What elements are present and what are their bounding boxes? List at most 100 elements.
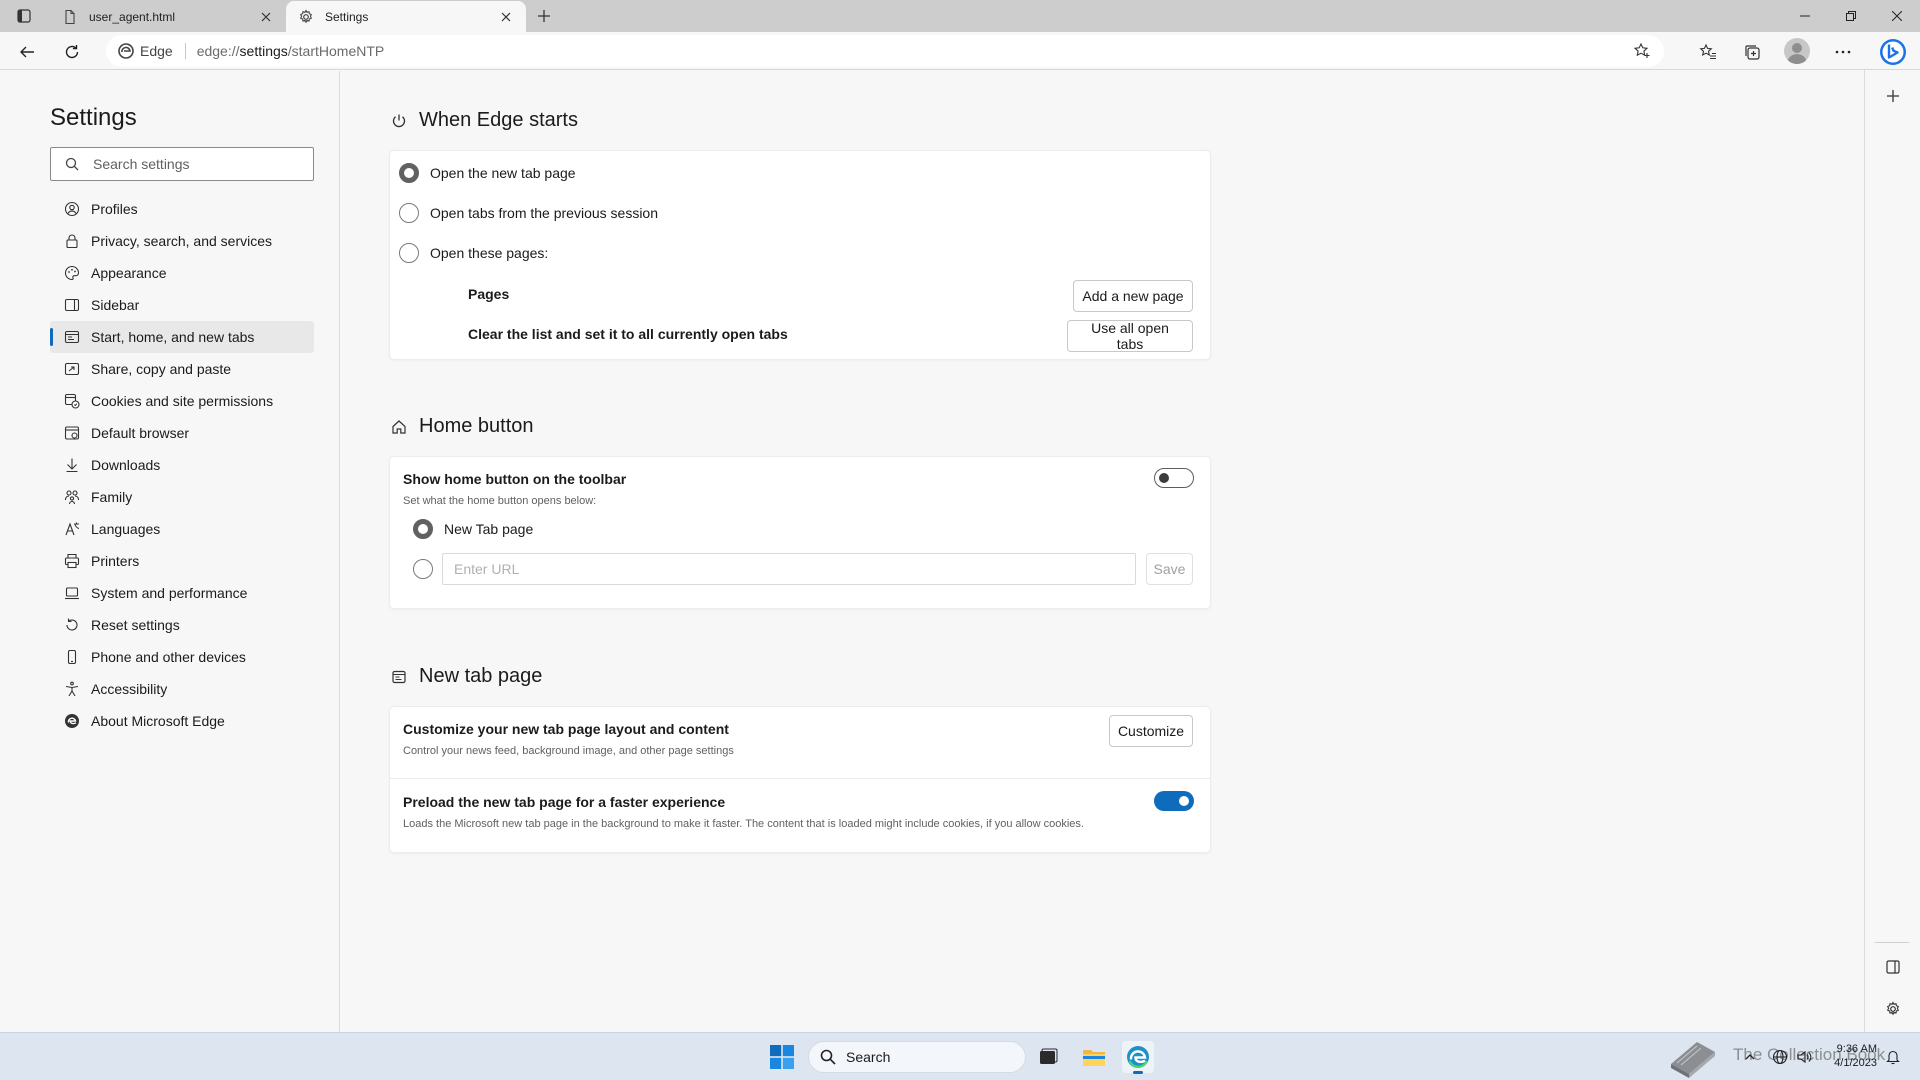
- gear-icon: [298, 8, 314, 25]
- nav-item-phone[interactable]: Phone and other devices: [50, 641, 314, 673]
- radio-open-these-pages[interactable]: Open these pages:: [399, 243, 548, 263]
- home-button-description: Set what the home button opens below:: [403, 495, 597, 507]
- settings-nav-list: Profiles Privacy, search, and services A…: [50, 193, 314, 737]
- show-home-button-label: Show home button on the toolbar: [403, 471, 627, 487]
- radio-open-new-tab[interactable]: Open the new tab page: [399, 163, 576, 183]
- when-edge-starts-card: Open the new tab page Open tabs from the…: [390, 151, 1210, 359]
- sidebar-icon: [63, 296, 81, 314]
- nav-item-profiles[interactable]: Profiles: [50, 193, 314, 225]
- radio-label: New Tab page: [444, 521, 534, 537]
- radio-button[interactable]: [399, 243, 419, 263]
- radio-button[interactable]: [399, 163, 419, 183]
- close-window-icon[interactable]: [1874, 0, 1920, 32]
- close-tab-icon[interactable]: [258, 9, 274, 25]
- more-menu-icon[interactable]: [1828, 37, 1858, 67]
- restore-icon[interactable]: [1828, 0, 1874, 32]
- home-button-card: Show home button on the toolbar Set what…: [390, 457, 1210, 608]
- profile-avatar[interactable]: [1784, 38, 1810, 64]
- nav-item-label: Downloads: [91, 457, 161, 473]
- notifications-icon[interactable]: [1884, 1048, 1902, 1066]
- preload-ntp-toggle[interactable]: [1154, 791, 1194, 811]
- search-settings-input[interactable]: [93, 156, 293, 172]
- preload-ntp-description: Loads the Microsoft new tab page in the …: [403, 818, 1084, 830]
- settings-nav: Settings Profiles Privacy, search, and s…: [0, 71, 340, 1032]
- add-sidebar-app-icon[interactable]: [1879, 82, 1907, 110]
- nav-item-default-browser[interactable]: Default browser: [50, 417, 314, 449]
- nav-item-share[interactable]: Share, copy and paste: [50, 353, 314, 385]
- nav-item-label: Reset settings: [91, 617, 180, 633]
- nav-item-about[interactable]: About Microsoft Edge: [50, 705, 314, 737]
- customize-button[interactable]: Customize: [1109, 715, 1193, 747]
- site-info-chip[interactable]: Edge: [118, 43, 173, 59]
- radio-button[interactable]: [399, 203, 419, 223]
- clock-date: 4/1/2023: [1834, 1057, 1877, 1069]
- add-favorite-icon[interactable]: [1632, 41, 1652, 61]
- window-controls: [1782, 0, 1920, 32]
- laptop-icon: [63, 584, 81, 602]
- nav-item-family[interactable]: Family: [50, 481, 314, 513]
- nav-item-system[interactable]: System and performance: [50, 577, 314, 609]
- refresh-icon[interactable]: [57, 37, 87, 67]
- section-title-text: When Edge starts: [419, 109, 578, 131]
- collections-icon[interactable]: [1737, 37, 1767, 67]
- nav-item-accessibility[interactable]: Accessibility: [50, 673, 314, 705]
- radio-button[interactable]: [413, 559, 433, 579]
- section-when-edge-starts-title: When Edge starts: [391, 109, 578, 132]
- section-new-tab-page-title: New tab page: [391, 665, 542, 688]
- tab-settings[interactable]: Settings: [286, 1, 526, 32]
- nav-item-sidebar[interactable]: Sidebar: [50, 289, 314, 321]
- file-icon: [62, 9, 78, 25]
- family-icon: [63, 488, 81, 506]
- show-home-button-toggle[interactable]: [1154, 468, 1194, 488]
- radio-button[interactable]: [413, 519, 433, 539]
- nav-item-downloads[interactable]: Downloads: [50, 449, 314, 481]
- taskbar-clock[interactable]: 9:36 AM 4/1/2023: [1829, 1042, 1877, 1070]
- tab-user-agent[interactable]: user_agent.html: [50, 1, 286, 32]
- bing-chat-icon[interactable]: [1876, 35, 1910, 69]
- customize-ntp-description: Control your news feed, background image…: [403, 745, 734, 757]
- nav-item-start-home-tabs[interactable]: Start, home, and new tabs: [50, 321, 314, 353]
- nav-item-languages[interactable]: Languages: [50, 513, 314, 545]
- file-explorer-icon[interactable]: [1078, 1041, 1110, 1073]
- new-tab-icon[interactable]: [532, 5, 556, 27]
- favorites-icon[interactable]: [1693, 37, 1723, 67]
- browser-icon: [63, 424, 81, 442]
- url-text[interactable]: edge://settings/startHomeNTP: [197, 43, 385, 59]
- add-new-page-button[interactable]: Add a new page: [1073, 280, 1193, 312]
- nav-item-cookies[interactable]: Cookies and site permissions: [50, 385, 314, 417]
- network-icon[interactable]: [1771, 1048, 1789, 1066]
- section-title-text: New tab page: [419, 665, 543, 687]
- close-tab-icon[interactable]: [498, 9, 514, 25]
- radio-home-url[interactable]: [413, 559, 444, 579]
- accessibility-icon: [63, 680, 81, 698]
- radio-open-previous-session[interactable]: Open tabs from the previous session: [399, 203, 658, 223]
- windows-start-icon[interactable]: [770, 1045, 794, 1069]
- lock-icon: [63, 232, 81, 250]
- nav-item-label: System and performance: [91, 585, 248, 601]
- nav-item-privacy[interactable]: Privacy, search, and services: [50, 225, 314, 257]
- home-url-input[interactable]: [442, 553, 1136, 585]
- nav-item-label: Family: [91, 489, 133, 505]
- volume-icon[interactable]: [1795, 1048, 1813, 1066]
- taskbar-search[interactable]: Search: [808, 1041, 1026, 1073]
- minimize-icon[interactable]: [1782, 0, 1828, 32]
- show-hidden-icons-icon[interactable]: [1741, 1048, 1759, 1066]
- tab-strip: user_agent.html Settings: [0, 0, 1920, 32]
- edge-sidebar: [1864, 70, 1920, 1032]
- edge-icon[interactable]: [1122, 1041, 1154, 1074]
- back-icon[interactable]: [12, 37, 42, 67]
- hide-sidebar-icon[interactable]: [1879, 953, 1907, 981]
- nav-item-printers[interactable]: Printers: [50, 545, 314, 577]
- tab-actions-icon[interactable]: [12, 6, 36, 26]
- tab-title: Settings: [325, 9, 369, 24]
- sidebar-settings-icon[interactable]: [1879, 995, 1907, 1023]
- use-all-open-tabs-button[interactable]: Use all open tabs: [1067, 320, 1193, 352]
- radio-home-new-tab[interactable]: New Tab page: [413, 519, 533, 539]
- nav-item-appearance[interactable]: Appearance: [50, 257, 314, 289]
- address-bar[interactable]: Edge edge://settings/startHomeNTP: [106, 35, 1664, 67]
- settings-title: Settings: [50, 104, 137, 131]
- task-view-icon[interactable]: [1032, 1041, 1064, 1073]
- save-home-url-button[interactable]: Save: [1146, 553, 1193, 585]
- nav-item-reset[interactable]: Reset settings: [50, 609, 314, 641]
- search-settings-box[interactable]: [50, 147, 314, 181]
